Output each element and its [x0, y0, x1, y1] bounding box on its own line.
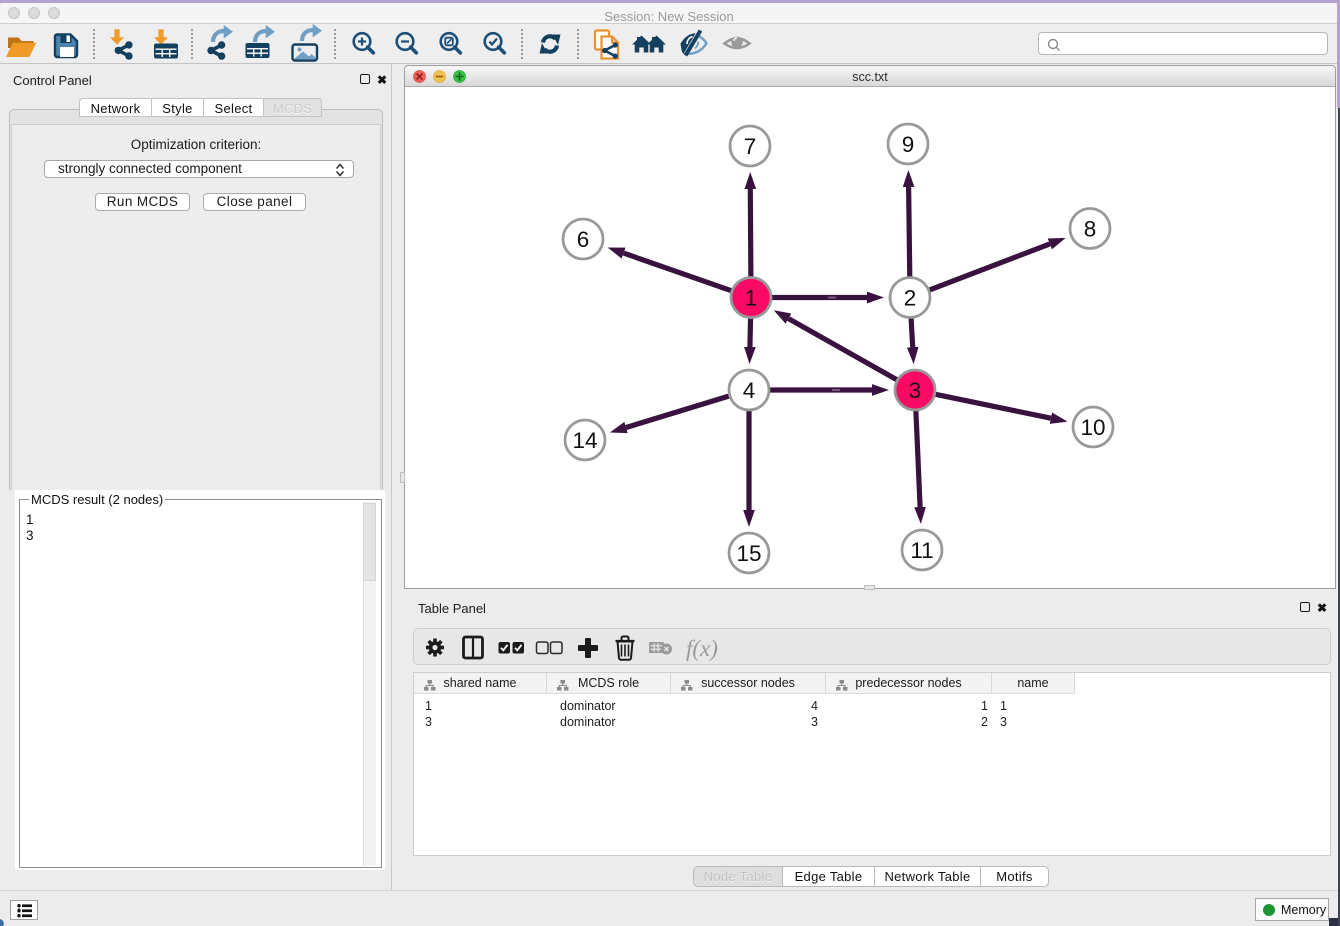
svg-text:10: 10: [1080, 415, 1105, 440]
svg-text:8: 8: [1084, 217, 1097, 242]
svg-text:15: 15: [736, 541, 761, 566]
svg-text:f(x): f(x): [686, 636, 718, 661]
svg-text:7: 7: [744, 134, 757, 159]
svg-text:3: 3: [909, 378, 922, 403]
svg-text:6: 6: [577, 227, 590, 252]
svg-text:11: 11: [910, 538, 933, 563]
svg-text:2: 2: [904, 286, 917, 311]
svg-text:4: 4: [743, 378, 756, 403]
svg-text:14: 14: [572, 428, 597, 453]
svg-text:9: 9: [902, 132, 915, 157]
svg-text:1: 1: [745, 286, 758, 311]
